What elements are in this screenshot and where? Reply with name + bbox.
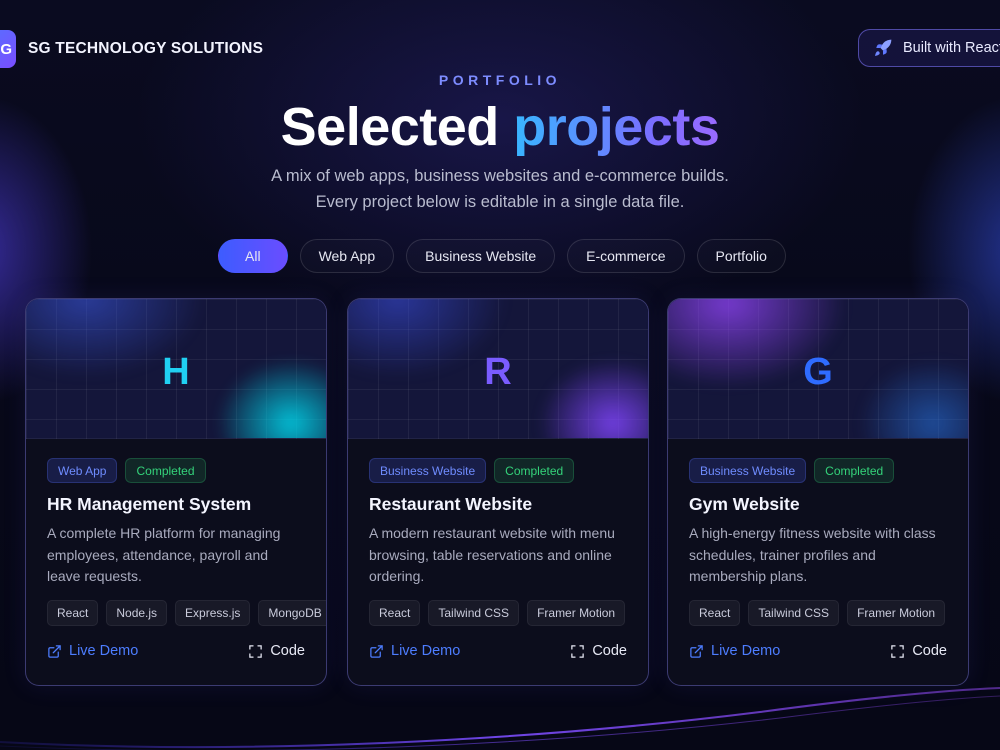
project-title: HR Management System bbox=[47, 494, 252, 514]
tech-tag: Framer Motion bbox=[847, 600, 946, 626]
filter-portfolio[interactable]: Portfolio bbox=[696, 239, 786, 273]
tech-tag: React bbox=[689, 600, 741, 626]
project-thumbnail: G bbox=[668, 299, 968, 439]
external-link-icon bbox=[370, 644, 383, 658]
brand-logo[interactable]: G SG TECHNOLOGY SOLUTIONS bbox=[0, 30, 263, 68]
live-demo-label: Live Demo bbox=[391, 643, 461, 659]
code-label: Code bbox=[270, 643, 305, 659]
rocket-icon bbox=[875, 39, 892, 56]
tech-tags: React Tailwind CSS Framer Motion bbox=[369, 600, 627, 626]
code-label: Code bbox=[592, 643, 627, 659]
live-demo-link[interactable]: Live Demo bbox=[689, 643, 780, 659]
project-initial: G bbox=[803, 351, 833, 393]
title-plain: Selected bbox=[280, 97, 500, 157]
tech-tag: Tailwind CSS bbox=[428, 600, 520, 626]
project-card-hr[interactable]: H Web App Completed HR Management System… bbox=[25, 298, 327, 686]
live-demo-link[interactable]: Live Demo bbox=[47, 643, 138, 659]
project-initial: H bbox=[162, 351, 190, 393]
filter-web-app[interactable]: Web App bbox=[299, 239, 395, 273]
status-badge: Completed bbox=[494, 458, 575, 483]
project-title: Restaurant Website bbox=[369, 494, 533, 514]
code-frame-icon bbox=[249, 644, 263, 658]
live-demo-label: Live Demo bbox=[711, 643, 781, 659]
page-subtitle: A mix of web apps, business websites and… bbox=[0, 163, 1000, 215]
project-card-restaurant[interactable]: R Business Website Completed Restaurant … bbox=[347, 298, 649, 686]
tech-tag: MongoDB bbox=[258, 600, 326, 626]
external-link-icon bbox=[690, 644, 703, 658]
subtitle-line-1: A mix of web apps, business websites and… bbox=[271, 167, 729, 185]
tech-tag: Framer Motion bbox=[527, 600, 626, 626]
filter-all[interactable]: All bbox=[218, 239, 288, 273]
project-card-gym[interactable]: G Business Website Completed Gym Website… bbox=[667, 298, 969, 686]
project-thumbnail: R bbox=[348, 299, 648, 439]
code-frame-icon bbox=[571, 644, 585, 658]
external-link-icon bbox=[48, 644, 61, 658]
category-badge: Web App bbox=[47, 458, 118, 483]
project-description: A complete HR platform for managing empl… bbox=[47, 525, 281, 584]
code-frame-icon bbox=[891, 644, 905, 658]
tech-tag: Express.js bbox=[175, 600, 251, 626]
code-link[interactable]: Code bbox=[570, 643, 627, 659]
code-link[interactable]: Code bbox=[890, 643, 947, 659]
page-title: Selected projects bbox=[0, 96, 1000, 158]
tech-tag: Tailwind CSS bbox=[748, 600, 840, 626]
category-badge: Business Website bbox=[689, 458, 807, 483]
tech-tag: React bbox=[47, 600, 99, 626]
filter-e-commerce[interactable]: E-commerce bbox=[567, 239, 685, 273]
tech-tags: React Node.js Express.js MongoDB bbox=[47, 600, 326, 626]
tech-tag: Node.js bbox=[106, 600, 168, 626]
project-initial: R bbox=[484, 351, 512, 393]
code-label: Code bbox=[912, 643, 947, 659]
section-eyebrow: PORTFOLIO bbox=[438, 72, 562, 88]
code-link[interactable]: Code bbox=[248, 643, 305, 659]
project-description: A modern restaurant website with menu br… bbox=[369, 525, 615, 584]
tech-tag: React bbox=[369, 600, 421, 626]
live-demo-link[interactable]: Live Demo bbox=[369, 643, 460, 659]
filter-bar: All Web App Business Website E-commerce … bbox=[218, 239, 786, 273]
project-description: A high-energy fitness website with class… bbox=[689, 525, 936, 584]
status-badge: Completed bbox=[814, 458, 895, 483]
status-badge: Completed bbox=[125, 458, 206, 483]
project-thumbnail: H bbox=[26, 299, 326, 439]
live-demo-label: Live Demo bbox=[69, 643, 139, 659]
tech-tags: React Tailwind CSS Framer Motion bbox=[689, 600, 947, 626]
project-title: Gym Website bbox=[689, 494, 800, 514]
built-with-react-button[interactable]: Built with React bbox=[858, 29, 1000, 67]
brand-mark: G bbox=[0, 30, 16, 68]
brand-name: SG TECHNOLOGY SOLUTIONS bbox=[28, 40, 264, 57]
built-with-label: Built with React bbox=[903, 40, 1000, 56]
title-accent: projects bbox=[513, 97, 720, 157]
filter-business-website[interactable]: Business Website bbox=[406, 239, 556, 273]
subtitle-line-2: Every project below is editable in a sin… bbox=[315, 193, 685, 211]
category-badge: Business Website bbox=[369, 458, 487, 483]
